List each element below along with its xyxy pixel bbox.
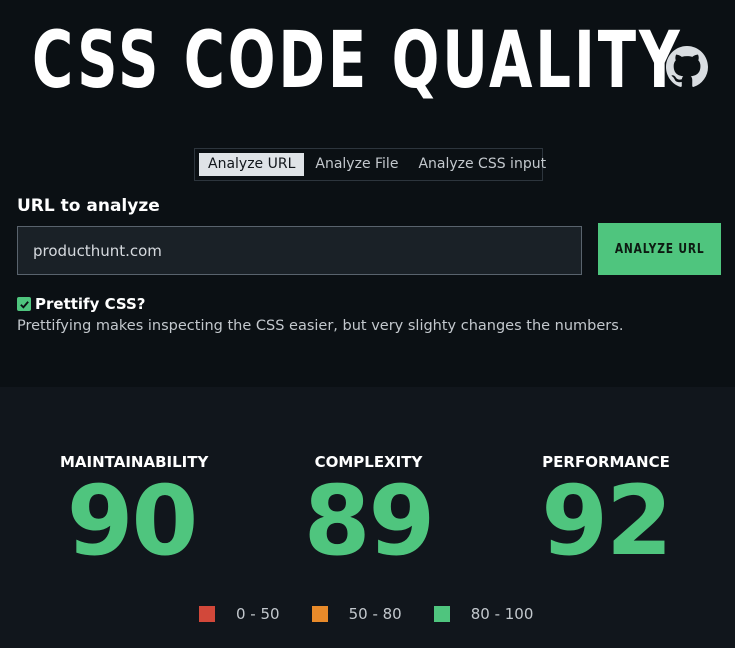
complexity-score: COMPLEXITY 89 xyxy=(296,453,441,569)
tab-analyze-css-input[interactable]: Analyze CSS input xyxy=(409,153,555,176)
prettify-label[interactable]: Prettify CSS? xyxy=(35,295,146,313)
metric-value: 89 xyxy=(303,465,436,577)
legend-item-high: 80 - 100 xyxy=(433,605,534,623)
legend-swatch-green xyxy=(433,606,450,622)
legend-swatch-red xyxy=(199,606,215,622)
analyze-tabs: Analyze URL Analyze File Analyze CSS inp… xyxy=(194,148,546,181)
github-link[interactable] xyxy=(666,46,708,88)
legend-range: 0 - 50 xyxy=(236,605,280,623)
analyze-url-button-label: ANALYZE URL xyxy=(614,241,705,257)
analyze-url-button[interactable]: ANALYZE URL xyxy=(598,223,721,275)
page-title: CSS CODE QUALITY xyxy=(32,16,683,106)
legend-range: 50 - 80 xyxy=(348,605,402,623)
prettify-help-text: Prettifying makes inspecting the CSS eas… xyxy=(17,318,624,334)
metric-value: 92 xyxy=(541,465,673,577)
metric-value: 90 xyxy=(66,465,199,577)
legend-item-medium: 50 - 80 xyxy=(311,605,402,623)
checkmark-icon xyxy=(19,300,29,309)
legend-swatch-orange xyxy=(311,606,328,622)
legend-range: 80 - 100 xyxy=(470,605,534,623)
url-input[interactable] xyxy=(17,226,582,275)
tab-analyze-file[interactable]: Analyze File xyxy=(306,153,407,176)
maintainability-score: MAINTAINABILITY 90 xyxy=(60,453,208,577)
performance-score: PERFORMANCE 92 xyxy=(540,453,673,577)
legend-item-low: 0 - 50 xyxy=(199,605,280,623)
score-legend: 0 - 50 50 - 80 80 - 100 xyxy=(199,605,533,623)
prettify-checkbox[interactable] xyxy=(17,297,31,311)
results-section: MAINTAINABILITY 90 COMPLEXITY 89 PERFORM… xyxy=(0,387,735,648)
github-icon xyxy=(666,46,708,88)
url-label: URL to analyze xyxy=(17,196,160,216)
tab-analyze-url[interactable]: Analyze URL xyxy=(199,153,305,176)
header-section: CSS CODE QUALITY Analyze URL Analyze Fil… xyxy=(0,0,735,387)
prettify-option: Prettify CSS? xyxy=(17,295,146,313)
